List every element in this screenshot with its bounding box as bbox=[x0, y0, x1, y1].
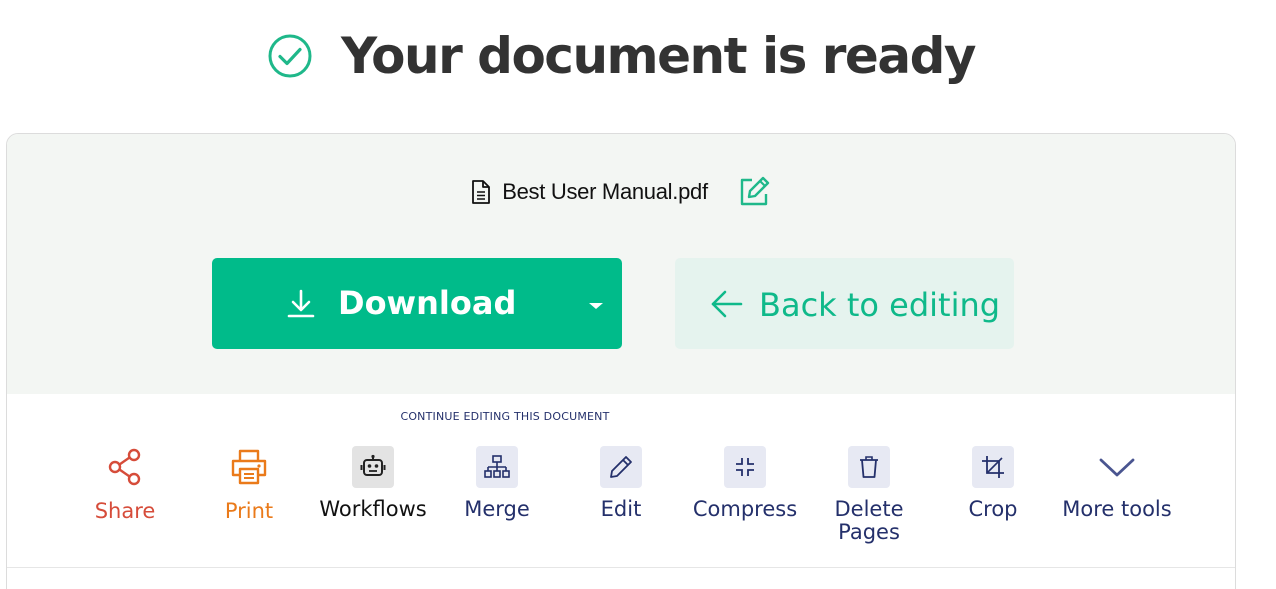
back-to-editing-button[interactable]: Back to editing bbox=[675, 258, 1014, 349]
workflows-label: Workflows bbox=[319, 497, 427, 521]
merge-button[interactable]: Merge bbox=[435, 446, 559, 521]
file-name: Best User Manual.pdf bbox=[502, 179, 708, 204]
share-label: Share bbox=[94, 499, 156, 523]
more-tools-button[interactable]: More tools bbox=[1055, 446, 1179, 521]
result-card: Best User Manual.pdf Download Back to ed… bbox=[6, 133, 1236, 589]
dropdown-caret-icon[interactable] bbox=[589, 303, 603, 309]
share-button[interactable]: Share bbox=[63, 446, 187, 523]
page-title: Your document is ready bbox=[341, 27, 976, 85]
crop-label: Crop bbox=[968, 497, 1018, 521]
edit-button[interactable]: Edit bbox=[559, 446, 683, 521]
share-icon bbox=[104, 446, 146, 488]
hierarchy-icon bbox=[476, 446, 518, 488]
back-to-editing-label: Back to editing bbox=[759, 286, 1001, 324]
document-icon bbox=[470, 179, 492, 205]
download-label: Download bbox=[338, 284, 517, 322]
delete-pages-button[interactable]: Delete Pages bbox=[807, 446, 931, 544]
pencil-icon bbox=[600, 446, 642, 488]
print-label: Print bbox=[224, 499, 274, 523]
page-heading: Your document is ready bbox=[0, 28, 1242, 84]
continue-editing-heading: CONTINUE EDITING THIS DOCUMENT bbox=[400, 410, 610, 423]
arrow-left-icon bbox=[710, 287, 744, 321]
chevron-down-icon bbox=[1096, 446, 1138, 488]
merge-label: Merge bbox=[464, 497, 530, 521]
compress-icon bbox=[724, 446, 766, 488]
edit-label: Edit bbox=[600, 497, 642, 521]
tools-row: Share Print Workflows Merge Edit Compres… bbox=[7, 446, 1235, 566]
file-panel: Best User Manual.pdf Download Back to ed… bbox=[7, 134, 1235, 394]
printer-icon bbox=[228, 446, 270, 488]
check-circle-icon bbox=[267, 33, 313, 79]
print-button[interactable]: Print bbox=[187, 446, 311, 523]
delete-pages-label: Delete Pages bbox=[834, 497, 904, 544]
robot-icon bbox=[352, 446, 394, 488]
workflows-button[interactable]: Workflows bbox=[311, 446, 435, 521]
download-icon bbox=[287, 289, 315, 319]
compress-button[interactable]: Compress bbox=[683, 446, 807, 521]
divider bbox=[7, 567, 1235, 568]
trash-icon bbox=[848, 446, 890, 488]
compress-label: Compress bbox=[692, 497, 798, 521]
download-button[interactable]: Download bbox=[212, 258, 622, 349]
file-name-row: Best User Manual.pdf bbox=[7, 174, 1235, 210]
more-tools-label: More tools bbox=[1062, 497, 1172, 521]
crop-button[interactable]: Crop bbox=[931, 446, 1055, 521]
crop-icon bbox=[972, 446, 1014, 488]
pencil-square-icon[interactable] bbox=[736, 174, 772, 210]
